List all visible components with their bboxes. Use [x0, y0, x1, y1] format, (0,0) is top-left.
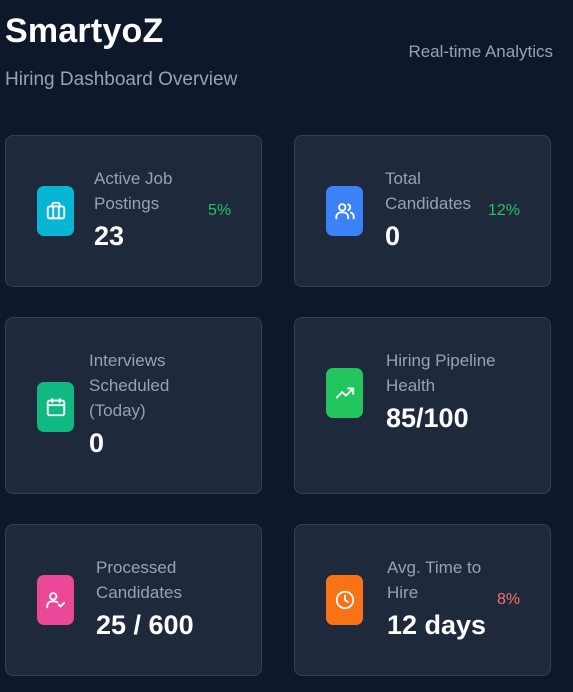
clock-icon: [326, 575, 363, 625]
stat-card-active-job-postings[interactable]: Active Job Postings 23 5%: [5, 135, 262, 287]
users-icon: [326, 186, 363, 236]
stat-label: Candidates: [385, 194, 472, 213]
brand-title: SmartyoZ: [5, 12, 164, 50]
stat-change: 12%: [488, 202, 521, 219]
stat-value: 0: [385, 221, 401, 251]
stat-value: 0: [89, 428, 105, 458]
stat-label: Candidates: [96, 583, 183, 602]
stat-label: (Today): [89, 401, 146, 420]
stat-card-processed-candidates[interactable]: Processed Candidates 25 / 600: [5, 524, 262, 676]
stat-card-avg-time-to-hire[interactable]: Avg. Time to Hire 12 days 8%: [294, 524, 551, 676]
stat-change: 5%: [208, 202, 232, 219]
stat-label: Processed: [96, 558, 177, 577]
stat-label: Postings: [94, 194, 160, 213]
stat-label: Active Job: [94, 169, 173, 188]
stat-label: Avg. Time to: [387, 558, 482, 577]
trending-up-icon: [326, 368, 363, 418]
user-check-icon: [37, 575, 74, 625]
stat-label: Hire: [387, 583, 419, 602]
stat-value: 12 days: [387, 610, 487, 640]
stat-change: 8%: [497, 591, 521, 608]
stat-card-total-candidates[interactable]: Total Candidates 0 12%: [294, 135, 551, 287]
stat-label: Health: [386, 376, 436, 395]
stat-label: Hiring Pipeline: [386, 351, 496, 370]
realtime-tagline: Real-time Analytics: [408, 42, 553, 61]
stat-label: Scheduled: [89, 376, 170, 395]
stat-value: 25 / 600: [96, 610, 194, 640]
stat-label: Interviews: [89, 351, 166, 370]
stat-card-interviews-scheduled[interactable]: Interviews Scheduled (Today) 0: [5, 317, 262, 494]
briefcase-icon: [37, 186, 74, 236]
page-subtitle: Hiring Dashboard Overview: [5, 69, 238, 90]
stat-label: Total: [385, 169, 421, 188]
calendar-icon: [37, 382, 74, 432]
stat-value: 85/100: [386, 403, 469, 433]
stat-card-hiring-pipeline-health[interactable]: Hiring Pipeline Health 85/100: [294, 317, 551, 494]
stat-value: 23: [94, 221, 125, 251]
